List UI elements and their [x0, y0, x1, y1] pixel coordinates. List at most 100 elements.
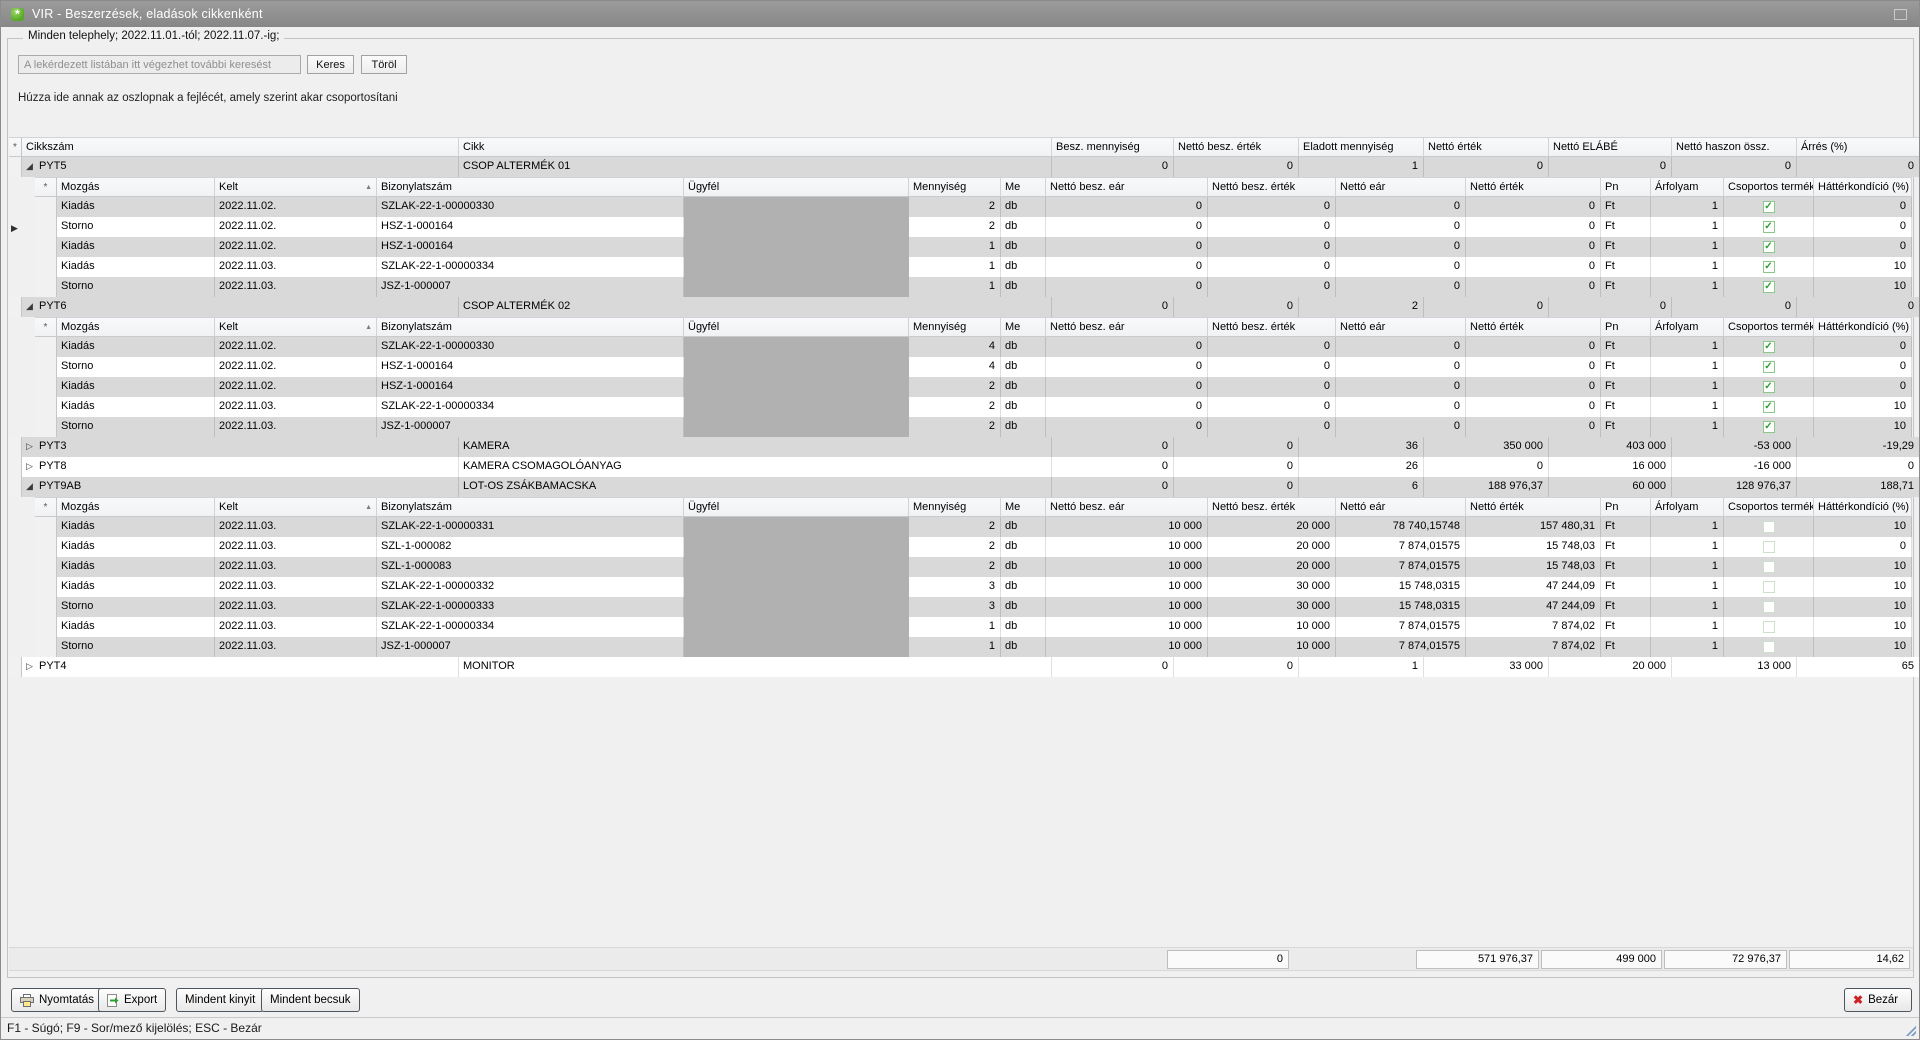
detail-column-header-h-tt-rkond-ci[interactable]: Háttérkondíció (%) — [1814, 317, 1912, 337]
detail-column-header-me[interactable]: Me — [1001, 177, 1046, 197]
column-header-nett-haszon-ssz[interactable]: Nettó haszon össz. — [1672, 137, 1797, 157]
detail-row[interactable]: Kiadás2022.11.03.SZLAK-22-1-000003342db0… — [35, 397, 1913, 417]
checkbox-unchecked-icon[interactable] — [1763, 601, 1775, 613]
detail-column-header-nett-rt-k[interactable]: Nettó érték — [1466, 177, 1601, 197]
expand-group-icon[interactable]: ▷ — [26, 457, 39, 476]
detail-column-header-pn[interactable]: Pn — [1601, 177, 1651, 197]
detail-row[interactable]: Kiadás2022.11.02.SZLAK-22-1-000003302db0… — [35, 197, 1913, 217]
detail-column-header-nett-rt-k[interactable]: Nettó érték — [1466, 317, 1601, 337]
detail-column-header-rfolyam[interactable]: Árfolyam — [1651, 317, 1724, 337]
column-header-nett-besz-rt-k[interactable]: Nettó besz. érték — [1174, 137, 1299, 157]
detail-row[interactable]: Storno2022.11.03.SZLAK-22-1-000003333db1… — [35, 597, 1913, 617]
detail-column-header-rfolyam[interactable]: Árfolyam — [1651, 497, 1724, 517]
collapse-all-button[interactable]: Mindent becsuk — [261, 988, 360, 1012]
group-row-pyt6[interactable]: ◢PYT6CSOP ALTERMÉK 020020000 — [9, 297, 1913, 317]
detail-row[interactable]: Kiadás2022.11.03.SZLAK-22-1-000003323db1… — [35, 577, 1913, 597]
checkbox-unchecked-icon[interactable] — [1763, 561, 1775, 573]
detail-column-header-nett-rt-k[interactable]: Nettó érték — [1466, 497, 1601, 517]
collapse-group-icon[interactable]: ◢ — [26, 477, 39, 496]
detail-column-header-pn[interactable]: Pn — [1601, 317, 1651, 337]
detail-column-header-mozg-s[interactable]: Mozgás — [57, 317, 215, 337]
checkbox-checked-icon[interactable]: ✓ — [1763, 261, 1775, 273]
search-input[interactable] — [18, 55, 301, 74]
column-header-cikk[interactable]: Cikk — [459, 137, 1052, 157]
close-button[interactable]: ✖ Bezár — [1844, 988, 1912, 1012]
checkbox-unchecked-icon[interactable] — [1763, 521, 1775, 533]
column-header-cikksz-m[interactable]: Cikkszám — [22, 137, 459, 157]
checkbox-unchecked-icon[interactable] — [1763, 641, 1775, 653]
detail-column-header-bizonylatsz-m[interactable]: Bizonylatszám — [377, 497, 684, 517]
detail-column-header-bizonylatsz-m[interactable]: Bizonylatszám — [377, 317, 684, 337]
detail-row[interactable]: Kiadás2022.11.03.SZLAK-22-1-000003341db0… — [35, 257, 1913, 277]
detail-row[interactable]: Storno2022.11.03.JSZ-1-0000072db0000Ft1✓… — [35, 417, 1913, 437]
detail-column-header-nett-besz-e-r[interactable]: Nettó besz. eár — [1046, 177, 1208, 197]
detail-row[interactable]: Kiadás2022.11.03.SZL-1-0000822db10 00020… — [35, 537, 1913, 557]
detail-column-header-mennyis-g[interactable]: Mennyiség — [909, 177, 1001, 197]
collapse-group-icon[interactable]: ◢ — [26, 157, 39, 176]
detail-column-header-mozg-s[interactable]: Mozgás — [57, 497, 215, 517]
detail-column-header-gyf-l[interactable]: Ügyfél — [684, 317, 909, 337]
detail-column-header-me[interactable]: Me — [1001, 497, 1046, 517]
detail-row[interactable]: Storno2022.11.03.JSZ-1-0000071db0000Ft1✓… — [35, 277, 1913, 297]
detail-row[interactable]: Kiadás2022.11.02.HSZ-1-0001641db0000Ft1✓… — [35, 237, 1913, 257]
detail-row[interactable]: Storno2022.11.02.HSZ-1-0001642db0000Ft1✓… — [35, 217, 1913, 237]
expand-group-icon[interactable]: ▷ — [26, 657, 39, 676]
checkbox-checked-icon[interactable]: ✓ — [1763, 221, 1775, 233]
export-button[interactable]: Export — [98, 988, 166, 1012]
detail-column-header-me[interactable]: Me — [1001, 317, 1046, 337]
checkbox-checked-icon[interactable]: ✓ — [1763, 341, 1775, 353]
group-row-pyt9ab[interactable]: ◢PYT9ABLOT-OS ZSÁKBAMACSKA006188 976,376… — [9, 477, 1913, 497]
column-header-nett-rt-k[interactable]: Nettó érték — [1424, 137, 1549, 157]
detail-column-header-kelt[interactable]: Kelt▲ — [215, 317, 377, 337]
group-row-pyt4[interactable]: ▷PYT4MONITOR00133 00020 00013 00065 — [9, 657, 1913, 677]
group-row-pyt3[interactable]: ▷PYT3KAMERA0036350 000403 000-53 000-19,… — [9, 437, 1913, 457]
column-header-eladott-mennyis-g[interactable]: Eladott mennyiség — [1299, 137, 1424, 157]
detail-column-header-kelt[interactable]: Kelt▲ — [215, 497, 377, 517]
print-button[interactable]: Nyomtatás — [11, 988, 103, 1012]
detail-column-header-nett-e-r[interactable]: Nettó eár — [1336, 317, 1466, 337]
checkbox-checked-icon[interactable]: ✓ — [1763, 421, 1775, 433]
detail-row[interactable]: Kiadás2022.11.02.HSZ-1-0001642db0000Ft1✓… — [35, 377, 1913, 397]
detail-column-header-nett-e-r[interactable]: Nettó eár — [1336, 497, 1466, 517]
detail-column-header-nett-besz-rt-k[interactable]: Nettó besz. érték — [1208, 497, 1336, 517]
detail-column-header-kelt[interactable]: Kelt▲ — [215, 177, 377, 197]
column-header-besz-mennyis-g[interactable]: Besz. mennyiség — [1052, 137, 1174, 157]
group-row-pyt8[interactable]: ▷PYT8KAMERA CSOMAGOLÓANYAG0026016 000-16… — [9, 457, 1913, 477]
checkbox-checked-icon[interactable]: ✓ — [1763, 361, 1775, 373]
detail-row[interactable]: Kiadás2022.11.02.SZLAK-22-1-000003304db0… — [35, 337, 1913, 357]
detail-column-header-csoportos-term-k[interactable]: Csoportos termék — [1724, 497, 1814, 517]
detail-column-header-nett-besz-e-r[interactable]: Nettó besz. eár — [1046, 497, 1208, 517]
checkbox-checked-icon[interactable]: ✓ — [1763, 281, 1775, 293]
detail-column-header-mozg-s[interactable]: Mozgás — [57, 177, 215, 197]
checkbox-checked-icon[interactable]: ✓ — [1763, 241, 1775, 253]
checkbox-unchecked-icon[interactable] — [1763, 621, 1775, 633]
detail-column-header-gyf-l[interactable]: Ügyfél — [684, 177, 909, 197]
detail-column-header-nett-e-r[interactable]: Nettó eár — [1336, 177, 1466, 197]
clear-search-button[interactable]: Töröl — [361, 55, 407, 74]
checkbox-checked-icon[interactable]: ✓ — [1763, 381, 1775, 393]
detail-column-header-bizonylatsz-m[interactable]: Bizonylatszám — [377, 177, 684, 197]
column-header-rr-s[interactable]: Árrés (%) — [1797, 137, 1920, 157]
detail-column-header-nett-besz-e-r[interactable]: Nettó besz. eár — [1046, 317, 1208, 337]
resize-grip[interactable] — [1906, 1026, 1916, 1036]
detail-column-header-mennyis-g[interactable]: Mennyiség — [909, 317, 1001, 337]
collapse-group-icon[interactable]: ◢ — [26, 297, 39, 316]
search-button[interactable]: Keres — [307, 55, 354, 74]
detail-column-header-csoportos-term-k[interactable]: Csoportos termék — [1724, 317, 1814, 337]
detail-column-header-h-tt-rkond-ci[interactable]: Háttérkondíció (%) — [1814, 497, 1912, 517]
expand-all-button[interactable]: Mindent kinyit — [176, 988, 264, 1012]
detail-column-header-mennyis-g[interactable]: Mennyiség — [909, 497, 1001, 517]
detail-column-header-rfolyam[interactable]: Árfolyam — [1651, 177, 1724, 197]
detail-column-header-pn[interactable]: Pn — [1601, 497, 1651, 517]
detail-row[interactable]: Storno2022.11.02.HSZ-1-0001644db0000Ft1✓… — [35, 357, 1913, 377]
detail-row[interactable]: Kiadás2022.11.03.SZLAK-22-1-000003312db1… — [35, 517, 1913, 537]
title-bar[interactable]: * VIR - Beszerzések, eladások cikkenként — [1, 1, 1919, 27]
detail-column-header-csoportos-term-k[interactable]: Csoportos termék — [1724, 177, 1814, 197]
column-header-nett-el-b[interactable]: Nettó ELÁBÉ — [1549, 137, 1672, 157]
detail-row[interactable]: Storno2022.11.03.JSZ-1-0000071db10 00010… — [35, 637, 1913, 657]
checkbox-checked-icon[interactable]: ✓ — [1763, 201, 1775, 213]
checkbox-unchecked-icon[interactable] — [1763, 581, 1775, 593]
restore-window-icon[interactable] — [1894, 9, 1907, 20]
checkbox-checked-icon[interactable]: ✓ — [1763, 401, 1775, 413]
expand-group-icon[interactable]: ▷ — [26, 437, 39, 456]
